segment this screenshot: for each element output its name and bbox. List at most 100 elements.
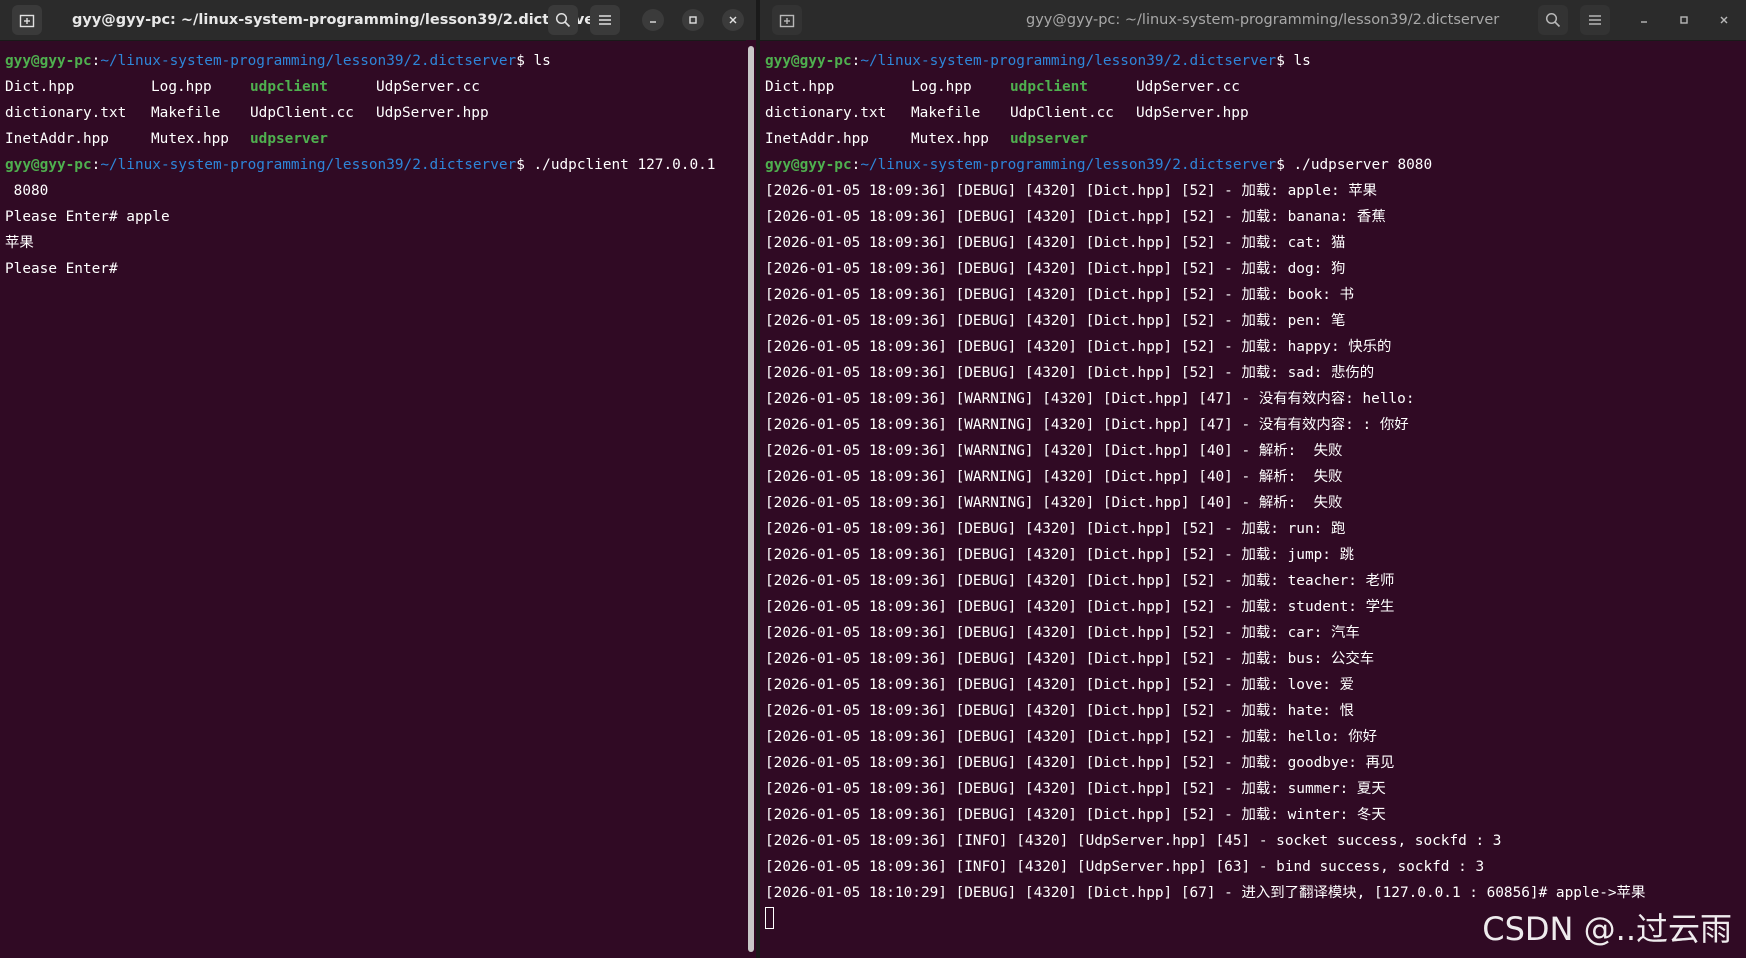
terminal-line: Dict.hpp Log.hpp udpclient UdpServer.cc xyxy=(765,74,1732,100)
output-text: [2026-01-05 18:09:36] [DEBUG] [4320] [Di… xyxy=(765,755,1395,771)
output-text: [2026-01-05 18:09:36] [INFO] [4320] [Udp… xyxy=(765,859,1485,875)
minimize-button[interactable] xyxy=(1633,9,1655,31)
close-button[interactable] xyxy=(722,9,744,31)
scroll-thumb[interactable] xyxy=(748,46,754,952)
search-button[interactable] xyxy=(548,5,578,35)
terminal-line: Please Enter# xyxy=(5,256,742,282)
prompt-path: ~/linux-system-programming/lesson39/2.di… xyxy=(860,53,1277,69)
search-button[interactable] xyxy=(1538,5,1568,35)
terminal-line: 8080 xyxy=(5,178,742,204)
right-terminal-window: gyy@gyy-pc: ~/linux-system-programming/l… xyxy=(760,0,1746,958)
new-tab-button[interactable] xyxy=(772,5,802,35)
search-icon xyxy=(555,12,571,28)
terminal-output[interactable]: gyy@gyy-pc:~/linux-system-programming/le… xyxy=(5,40,742,958)
terminal-line: Please Enter# apple xyxy=(5,204,742,230)
prompt-user: gyy@gyy-pc xyxy=(765,53,852,69)
file-entry: dictionary.txt xyxy=(765,105,887,121)
terminal-line: [2026-01-05 18:09:36] [DEBUG] [4320] [Di… xyxy=(765,256,1732,282)
maximize-icon xyxy=(1680,16,1688,24)
new-tab-icon xyxy=(779,14,795,28)
new-tab-icon xyxy=(19,14,35,28)
window-title: gyy@gyy-pc: ~/linux-system-programming/l… xyxy=(72,12,602,28)
output-text: [2026-01-05 18:09:36] [WARNING] [4320] [… xyxy=(765,391,1415,407)
file-entry: UdpServer.cc xyxy=(376,79,480,95)
terminal-line: Dict.hpp Log.hpp udpclient UdpServer.cc xyxy=(5,74,742,100)
terminal-line: InetAddr.hpp Mutex.hpp udpserver xyxy=(5,126,742,152)
prompt-separator: : xyxy=(91,157,101,173)
minimize-button[interactable] xyxy=(642,9,664,31)
terminal-line: [2026-01-05 18:09:36] [DEBUG] [4320] [Di… xyxy=(765,204,1732,230)
file-entry: UdpClient.cc xyxy=(1010,105,1114,121)
maximize-button[interactable] xyxy=(1673,9,1695,31)
prompt-user: gyy@gyy-pc xyxy=(5,157,92,173)
menu-button[interactable] xyxy=(1580,5,1610,35)
window-title: gyy@gyy-pc: ~/linux-system-programming/l… xyxy=(1026,12,1500,28)
right-titlebar: gyy@gyy-pc: ~/linux-system-programming/l… xyxy=(760,0,1746,41)
command-text: $ ls xyxy=(516,53,551,69)
file-entry: Mutex.hpp xyxy=(911,131,989,147)
output-text: [2026-01-05 18:09:36] [DEBUG] [4320] [Di… xyxy=(765,625,1360,641)
output-text: [2026-01-05 18:09:36] [DEBUG] [4320] [Di… xyxy=(765,729,1378,745)
file-entry: udpclient xyxy=(1010,79,1088,95)
terminal-line: dictionary.txt Makefile UdpClient.cc UdpSer… xyxy=(5,100,742,126)
terminal-line: [2026-01-05 18:09:36] [DEBUG] [4320] [Di… xyxy=(765,802,1732,828)
terminal-output[interactable]: gyy@gyy-pc:~/linux-system-programming/le… xyxy=(765,40,1732,958)
prompt-path: ~/linux-system-programming/lesson39/2.di… xyxy=(100,157,517,173)
hamburger-menu-icon xyxy=(599,15,611,25)
file-entry: Makefile xyxy=(151,105,221,121)
close-icon xyxy=(1720,16,1728,24)
file-entry: UdpServer.cc xyxy=(1136,79,1240,95)
terminal-line: [2026-01-05 18:09:36] [DEBUG] [4320] [Di… xyxy=(765,230,1732,256)
terminal-line: [2026-01-05 18:09:36] [DEBUG] [4320] [Di… xyxy=(765,724,1732,750)
file-entry: udpserver xyxy=(250,131,328,147)
terminal-line: [2026-01-05 18:09:36] [INFO] [4320] [Udp… xyxy=(765,854,1732,880)
output-text: [2026-01-05 18:09:36] [DEBUG] [4320] [Di… xyxy=(765,261,1346,277)
output-text: [2026-01-05 18:09:36] [DEBUG] [4320] [Di… xyxy=(765,521,1346,537)
output-text: Please Enter# apple xyxy=(5,209,170,225)
terminal-line: [2026-01-05 18:09:36] [DEBUG] [4320] [Di… xyxy=(765,646,1732,672)
maximize-icon xyxy=(689,16,697,24)
terminal-line: gyy@gyy-pc:~/linux-system-programming/le… xyxy=(5,48,742,74)
menu-button[interactable] xyxy=(590,5,620,35)
file-entry: InetAddr.hpp xyxy=(765,131,869,147)
minimize-icon xyxy=(650,21,656,23)
terminal-line: [2026-01-05 18:09:36] [DEBUG] [4320] [Di… xyxy=(765,568,1732,594)
prompt-path: ~/linux-system-programming/lesson39/2.di… xyxy=(860,157,1277,173)
search-icon xyxy=(1545,12,1561,28)
terminal-line: [2026-01-05 18:09:36] [DEBUG] [4320] [Di… xyxy=(765,620,1732,646)
terminal-line: [2026-01-05 18:09:36] [WARNING] [4320] [… xyxy=(765,438,1732,464)
terminal-line: [2026-01-05 18:09:36] [WARNING] [4320] [… xyxy=(765,464,1732,490)
scrollbar[interactable] xyxy=(746,40,756,958)
file-entry: Log.hpp xyxy=(151,79,212,95)
close-button[interactable] xyxy=(1713,9,1735,31)
file-entry: Dict.hpp xyxy=(765,79,835,95)
terminal-line: gyy@gyy-pc:~/linux-system-programming/le… xyxy=(5,152,742,178)
file-entry: UdpClient.cc xyxy=(250,105,354,121)
file-entry: UdpServer.hpp xyxy=(376,105,489,121)
text-cursor xyxy=(765,907,774,929)
output-text: [2026-01-05 18:09:36] [WARNING] [4320] [… xyxy=(765,469,1343,485)
output-text: [2026-01-05 18:09:36] [DEBUG] [4320] [Di… xyxy=(765,677,1354,693)
output-text: [2026-01-05 18:09:36] [WARNING] [4320] [… xyxy=(765,417,1409,433)
prompt-separator: : xyxy=(91,53,101,69)
output-text: [2026-01-05 18:09:36] [DEBUG] [4320] [Di… xyxy=(765,313,1346,329)
output-text: [2026-01-05 18:09:36] [DEBUG] [4320] [Di… xyxy=(765,807,1386,823)
command-text: $ ./udpclient 127.0.0.1 xyxy=(516,157,716,173)
output-text: [2026-01-05 18:09:36] [DEBUG] [4320] [Di… xyxy=(765,781,1386,797)
terminal-line: [2026-01-05 18:09:36] [DEBUG] [4320] [Di… xyxy=(765,334,1732,360)
prompt-separator: : xyxy=(851,157,861,173)
output-text: [2026-01-05 18:10:29] [DEBUG] [4320] [Di… xyxy=(765,885,1646,901)
hamburger-menu-icon xyxy=(1589,15,1601,25)
terminal-line: gyy@gyy-pc:~/linux-system-programming/le… xyxy=(765,48,1732,74)
terminal-line: [2026-01-05 18:09:36] [WARNING] [4320] [… xyxy=(765,412,1732,438)
new-tab-button[interactable] xyxy=(12,5,42,35)
maximize-button[interactable] xyxy=(682,9,704,31)
prompt-path: ~/linux-system-programming/lesson39/2.di… xyxy=(100,53,517,69)
terminal-line: dictionary.txt Makefile UdpClient.cc UdpSer… xyxy=(765,100,1732,126)
terminal-line: [2026-01-05 18:09:36] [DEBUG] [4320] [Di… xyxy=(765,594,1732,620)
output-text: [2026-01-05 18:09:36] [DEBUG] [4320] [Di… xyxy=(765,183,1378,199)
prompt-separator: : xyxy=(851,53,861,69)
terminal-line: 苹果 xyxy=(5,230,742,256)
output-text: [2026-01-05 18:09:36] [WARNING] [4320] [… xyxy=(765,495,1343,511)
left-titlebar: gyy@gyy-pc: ~/linux-system-programming/l… xyxy=(0,0,756,41)
